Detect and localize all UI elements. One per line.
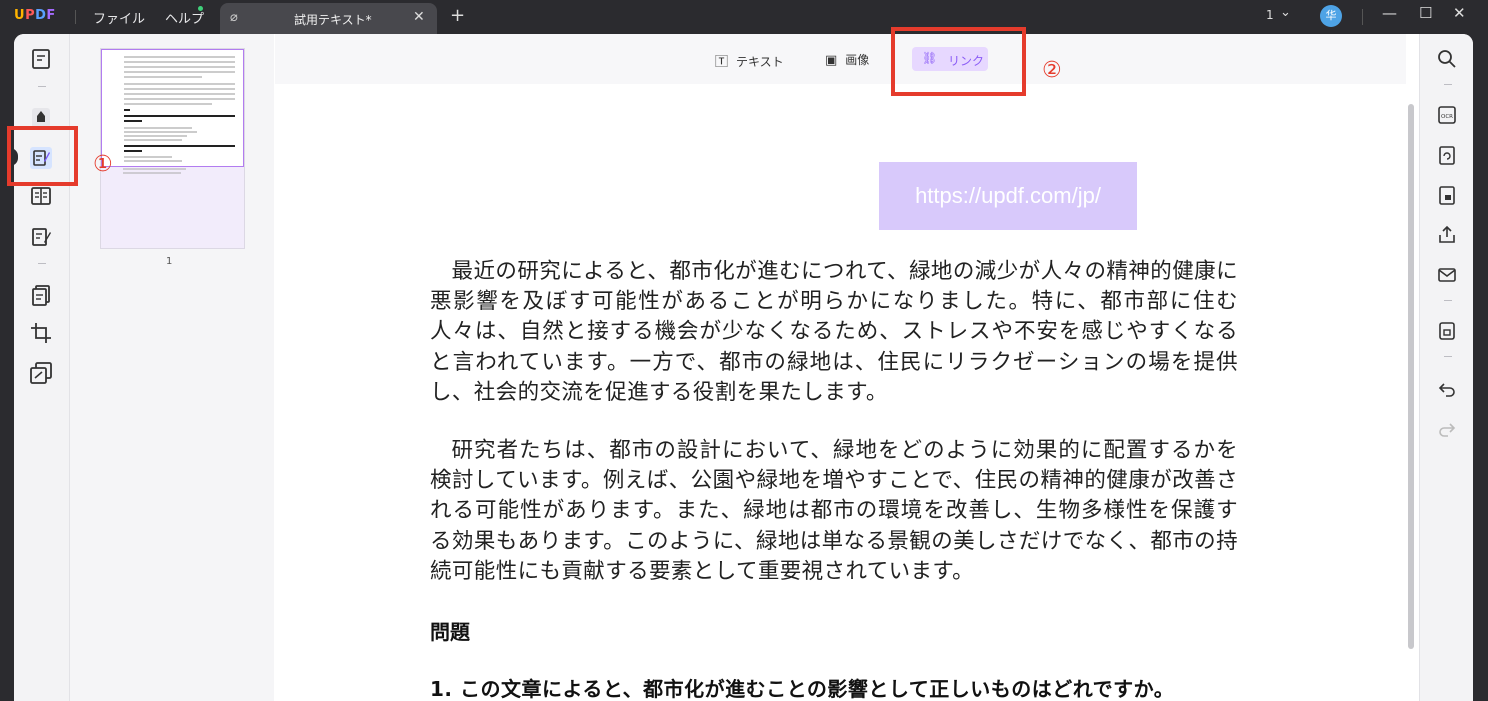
page-tools-icon[interactable] — [28, 360, 54, 386]
app-window: 1 🅃 テキスト ▣ 画像 ⛓ リンク https://updf.com/jp/ 最近… — [14, 34, 1473, 701]
toolbar-divider — [38, 86, 46, 87]
fill-sign-icon[interactable] — [28, 224, 54, 250]
right-toolbar: OCR — [1419, 34, 1473, 701]
question-heading[interactable]: 問題 — [430, 616, 470, 645]
question-text[interactable]: 1. この文章によると、都市化が進むことの影響として正しいものはどれですか。 — [430, 674, 1238, 701]
search-icon[interactable] — [1436, 48, 1458, 70]
user-avatar[interactable]: 华 — [1320, 5, 1342, 27]
svg-text:OCR: OCR — [1441, 114, 1453, 120]
link-annotation[interactable]: https://updf.com/jp/ — [879, 162, 1137, 230]
vertical-scrollbar[interactable] — [1408, 104, 1414, 649]
text-icon: 🅃 — [715, 55, 729, 70]
pdf-page: https://updf.com/jp/ 最近の研究によると、都市化が進むにつれ… — [275, 84, 1406, 701]
tab-close-button[interactable]: ✕ — [413, 9, 425, 25]
chevron-down-icon[interactable]: ⌄ — [1280, 5, 1291, 20]
undo-icon[interactable] — [1436, 378, 1458, 400]
updf-logo[interactable]: UPDF — [14, 8, 56, 23]
window-count[interactable]: 1 — [1266, 8, 1274, 22]
maximize-button[interactable]: ☐ — [1419, 4, 1432, 22]
page-thumbnail[interactable] — [100, 48, 245, 249]
toolbar-divider — [1444, 84, 1452, 85]
help-notification-dot — [198, 6, 203, 11]
body-paragraph[interactable]: 研究者たちは、都市の設計において、緑地をどのように効果的に配置するかを検討してい… — [430, 436, 1238, 587]
organize-pages-icon[interactable] — [28, 282, 54, 308]
share-icon[interactable] — [1436, 224, 1458, 246]
document-tab[interactable]: ⌀ 試用テキスト* ✕ — [220, 3, 437, 34]
form-icon[interactable] — [28, 183, 54, 209]
reader-icon[interactable] — [28, 46, 54, 72]
redo-icon[interactable] — [1436, 418, 1458, 440]
image-icon: ▣ — [825, 53, 838, 68]
edit-toolbar: 🅃 テキスト ▣ 画像 ⛓ リンク — [275, 34, 1406, 84]
toolbar-divider — [38, 263, 46, 264]
add-image-button[interactable]: ▣ 画像 — [825, 51, 869, 68]
add-text-button[interactable]: 🅃 テキスト — [715, 51, 784, 70]
ocr-icon[interactable]: OCR — [1436, 104, 1458, 126]
title-separator — [1362, 9, 1363, 25]
thumbnail-page-number: 1 — [166, 256, 173, 267]
edit-off-icon: ⌀ — [230, 10, 238, 25]
minimize-button[interactable]: — — [1382, 4, 1397, 22]
thumbnail-page-preview — [101, 49, 244, 167]
title-bar: UPDF ファイル ヘルプ ⌀ 試用テキスト* ✕ + 1 ⌄ 华 — ☐ ✕ — [0, 0, 1488, 34]
menu-help[interactable]: ヘルプ — [165, 8, 204, 27]
annotation-box-edit-tool — [7, 126, 78, 186]
add-image-label: 画像 — [845, 53, 870, 67]
body-paragraph[interactable]: 最近の研究によると、都市化が進むにつれて、緑地の減少が人々の精神的健康に悪影響を… — [430, 257, 1238, 408]
toolbar-divider — [1444, 300, 1452, 301]
annotation-marker-1: ① — [93, 152, 113, 177]
protect-icon[interactable] — [1436, 184, 1458, 206]
document-area: 🅃 テキスト ▣ 画像 ⛓ リンク https://updf.com/jp/ 最近の研… — [275, 34, 1414, 701]
tab-title: 試用テキスト* — [294, 13, 372, 27]
annotation-marker-2: ② — [1042, 58, 1062, 83]
add-text-label: テキスト — [736, 55, 784, 69]
close-window-button[interactable]: ✕ — [1453, 4, 1466, 22]
annotation-box-link-tool — [891, 27, 1026, 96]
convert-icon[interactable] — [1436, 144, 1458, 166]
new-tab-button[interactable]: + — [450, 5, 465, 26]
menu-file[interactable]: ファイル — [93, 8, 145, 27]
toolbar-divider — [1444, 356, 1452, 357]
mail-icon[interactable] — [1436, 264, 1458, 286]
save-icon[interactable] — [1436, 320, 1458, 342]
crop-icon[interactable] — [28, 320, 54, 346]
thumbnail-panel: 1 — [70, 34, 274, 701]
title-separator — [75, 10, 76, 24]
